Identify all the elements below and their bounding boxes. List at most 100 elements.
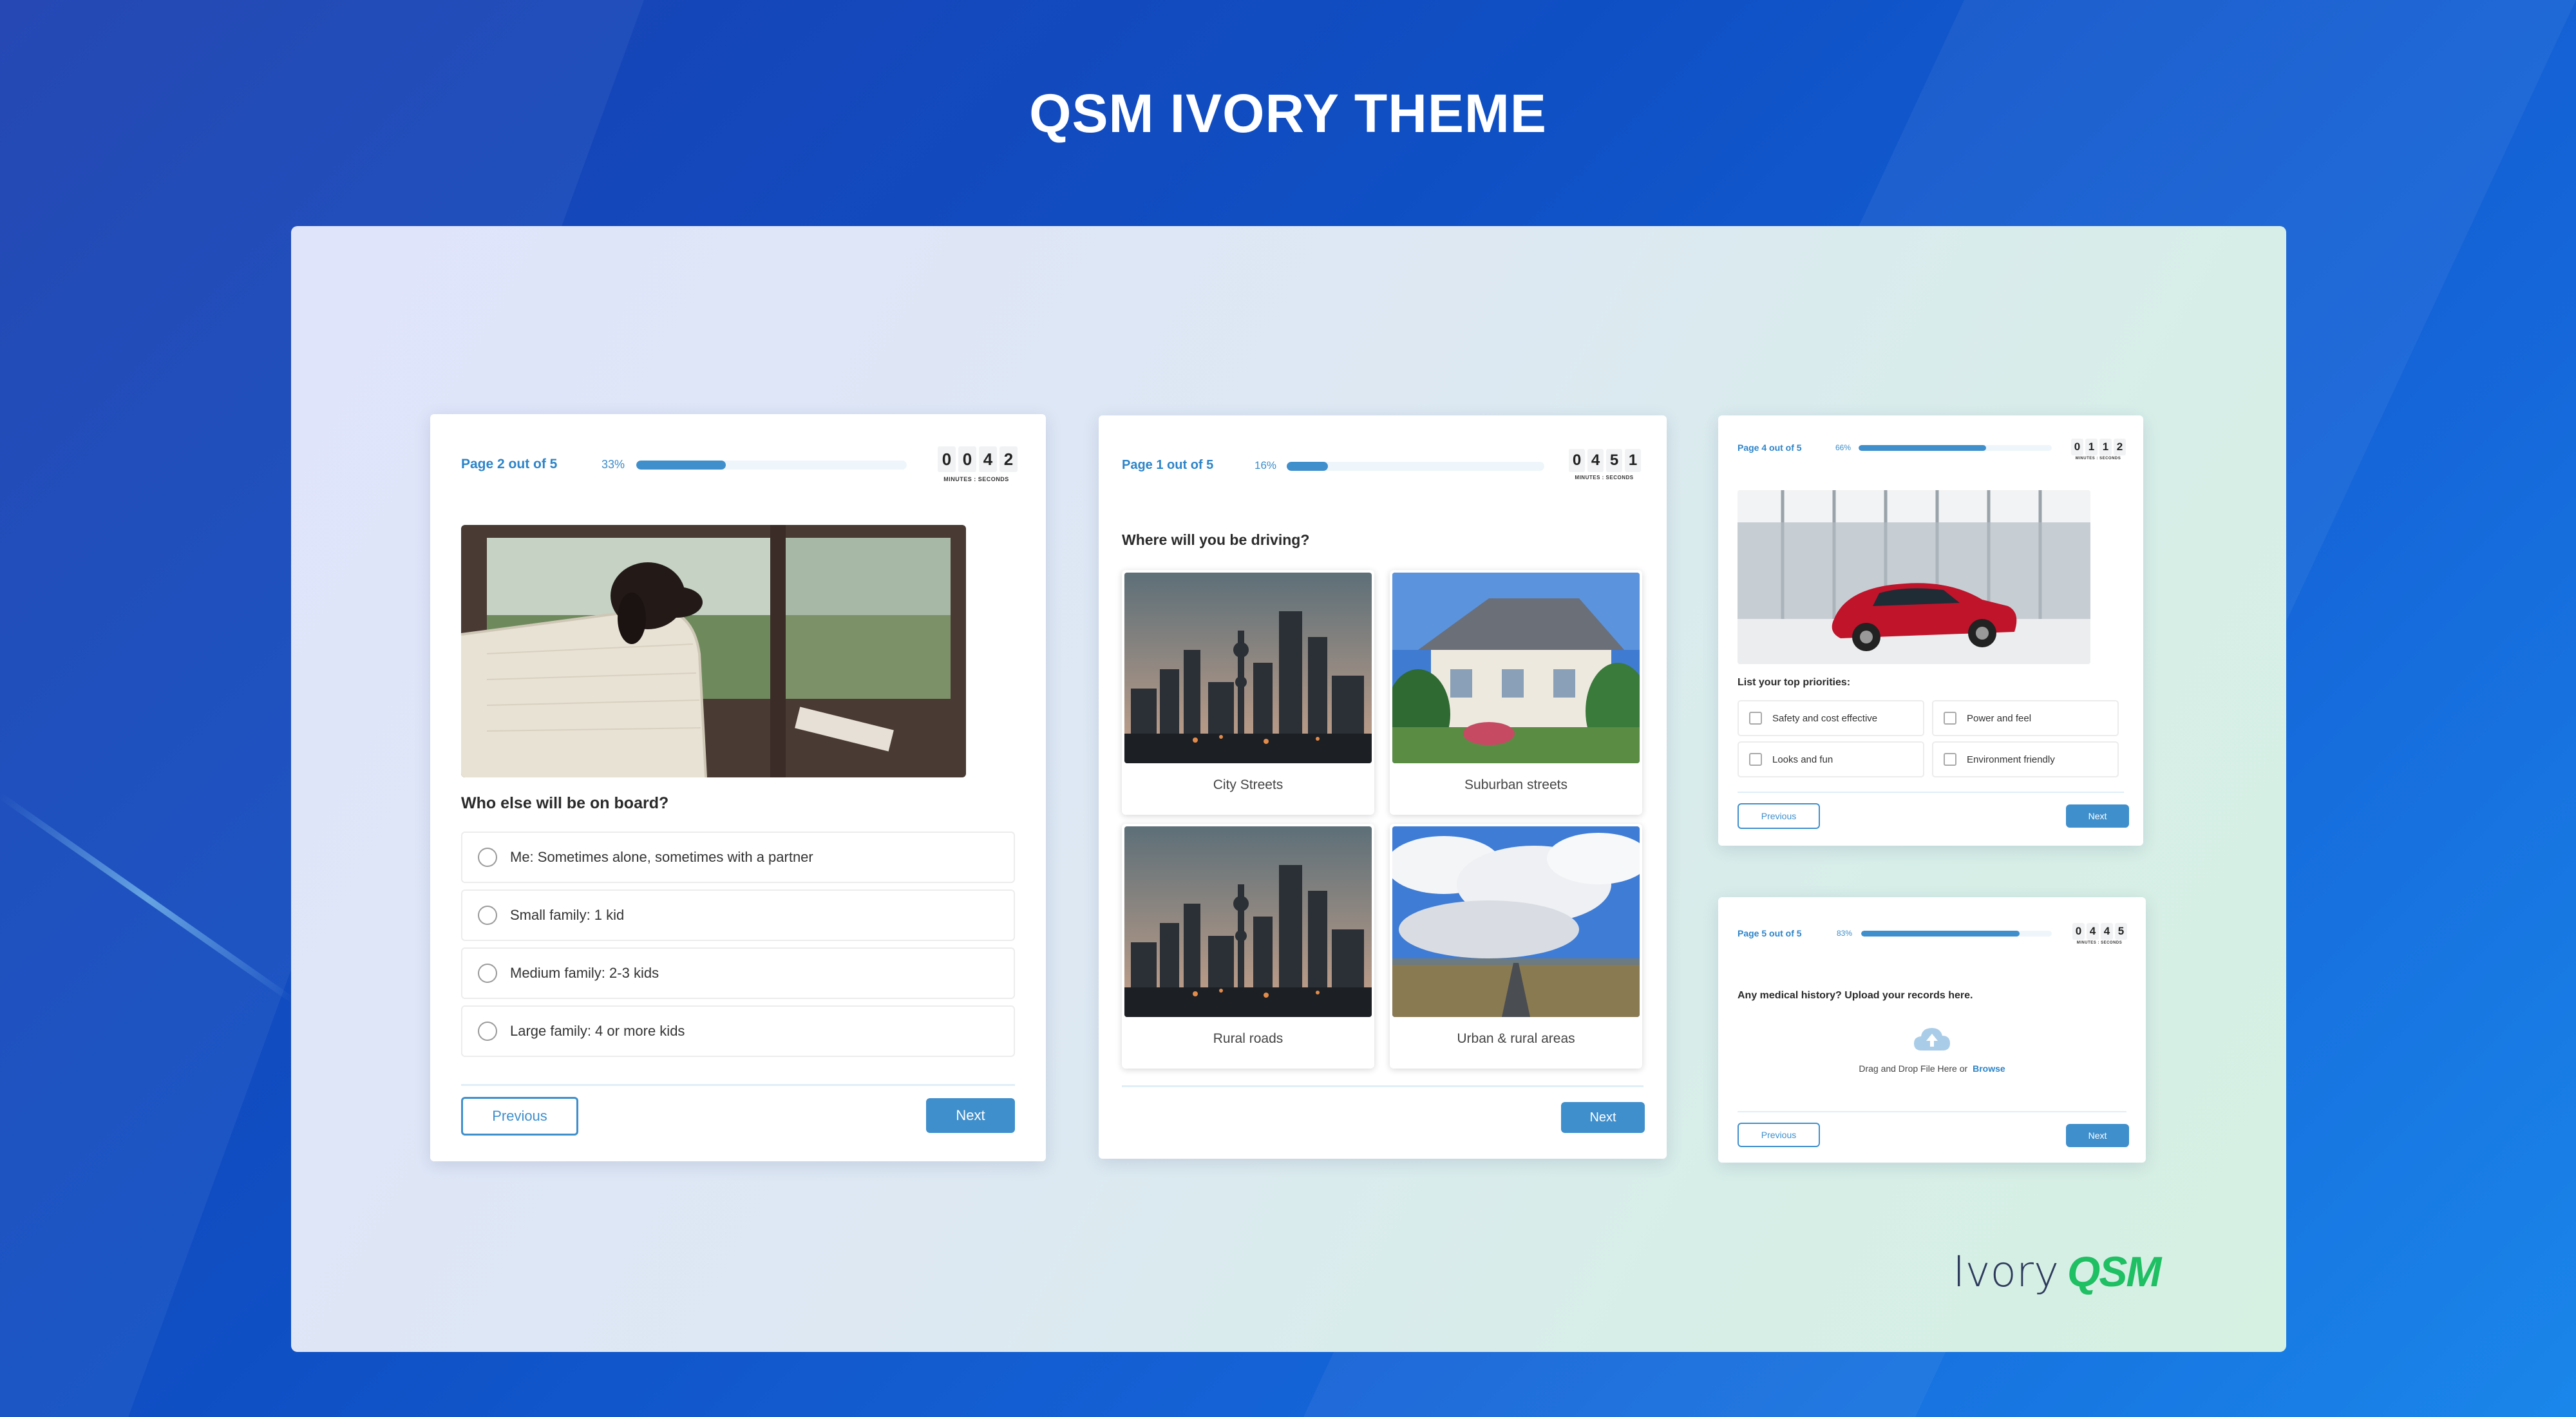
timer-digit: 5 xyxy=(1606,449,1622,472)
radio-button[interactable] xyxy=(478,1022,497,1041)
upload-instructions: Drag and Drop File Here or Browse xyxy=(1738,1063,2126,1074)
progress-bar xyxy=(1859,445,2052,451)
answer-option[interactable]: Medium family: 2-3 kids xyxy=(461,947,1015,999)
image-answer-tile[interactable]: Urban & rural areas xyxy=(1390,824,1642,1069)
radio-button[interactable] xyxy=(478,964,497,983)
timer-digit: 2 xyxy=(2114,439,2126,455)
checkbox-option[interactable]: Safety and cost effective xyxy=(1738,700,1924,736)
timer-digit: 0 xyxy=(2072,923,2085,940)
progress-fill xyxy=(636,461,726,470)
option-label: Large family: 4 or more kids xyxy=(510,1023,685,1039)
answer-option[interactable]: Me: Sometimes alone, sometimes with a pa… xyxy=(461,832,1015,883)
question-text: List your top priorities: xyxy=(1738,677,1851,688)
timer-digit: 2 xyxy=(999,446,1018,472)
option-label: Safety and cost effective xyxy=(1772,712,1878,724)
image-answer-tile[interactable]: City Streets xyxy=(1122,570,1374,815)
progress-percent: 66% xyxy=(1835,443,1852,452)
timer-digit: 1 xyxy=(2099,439,2112,455)
radio-button[interactable] xyxy=(478,848,497,867)
progress-percent: 83% xyxy=(1837,929,1853,938)
quiz-card-page-1: Page 1 out of 5 16% 0 4 5 1 MINUTES : SE… xyxy=(1099,415,1667,1159)
page-indicator: Page 5 out of 5 xyxy=(1738,928,1802,938)
quiz-card-page-4: Page 4 out of 5 66% 0 1 1 2 MINUTES : SE… xyxy=(1718,415,2143,846)
next-button[interactable]: Next xyxy=(2066,804,2129,828)
image-answer-tile[interactable]: Rural roads xyxy=(1122,824,1374,1069)
tile-label: Suburban streets xyxy=(1464,777,1567,792)
answer-option[interactable]: Small family: 1 kid xyxy=(461,889,1015,941)
page-indicator: Page 2 out of 5 xyxy=(461,457,558,471)
timer-caption: MINUTES : SECONDS xyxy=(2075,457,2121,461)
progress-bar xyxy=(636,461,907,470)
quiz-card-page-2: Page 2 out of 5 33% 0 0 4 2 MINUTES : SE… xyxy=(430,414,1046,1161)
timer-digit: 0 xyxy=(2071,439,2083,455)
timer-digit: 0 xyxy=(938,446,956,472)
progress-percent: 16% xyxy=(1255,459,1277,471)
question-text: Who else will be on board? xyxy=(461,794,669,812)
open-road-sky-photo xyxy=(1392,826,1640,1017)
progress-divider xyxy=(1122,1085,1643,1087)
timer-digit: 0 xyxy=(958,446,976,472)
checkbox[interactable] xyxy=(1944,753,1956,766)
timer-digit: 1 xyxy=(1625,449,1641,472)
option-label: Environment friendly xyxy=(1967,754,2055,765)
progress-bar xyxy=(1861,931,2052,937)
previous-button[interactable]: Previous xyxy=(1738,803,1820,829)
question-text: Any medical history? Upload your records… xyxy=(1738,990,1973,1001)
tile-label: City Streets xyxy=(1213,777,1283,792)
next-button[interactable]: Next xyxy=(1561,1102,1645,1133)
progress-divider xyxy=(1738,792,2124,793)
image-answer-tile[interactable]: Suburban streets xyxy=(1390,570,1642,815)
next-button[interactable]: Next xyxy=(926,1098,1015,1133)
timer-digit: 4 xyxy=(979,446,997,472)
background-light-streak xyxy=(0,792,298,1005)
ivory-wordmark: Ivory xyxy=(1953,1247,2060,1297)
tile-label: Urban & rural areas xyxy=(1457,1031,1575,1046)
answer-option[interactable]: Large family: 4 or more kids xyxy=(461,1005,1015,1057)
red-car-photo xyxy=(1738,490,2090,664)
radio-button[interactable] xyxy=(478,906,497,925)
progress-bar xyxy=(1287,462,1544,471)
timer-digit: 4 xyxy=(1587,449,1604,472)
progress-fill xyxy=(1287,462,1328,471)
countdown-timer: 0 4 5 1 xyxy=(1569,449,1641,472)
checkbox-option[interactable]: Looks and fun xyxy=(1738,741,1924,777)
qsm-logo: QSM xyxy=(2067,1248,2161,1295)
progress-divider xyxy=(461,1084,1015,1086)
previous-button[interactable]: Previous xyxy=(1738,1123,1820,1147)
page-title: QSM IVORY THEME xyxy=(1029,83,1547,144)
checkbox[interactable] xyxy=(1749,753,1762,766)
option-label: Small family: 1 kid xyxy=(510,907,625,923)
previous-button[interactable]: Previous xyxy=(461,1097,578,1136)
progress-divider xyxy=(1738,1111,2126,1112)
checkbox-option[interactable]: Power and feel xyxy=(1932,700,2119,736)
countdown-timer: 0 0 4 2 xyxy=(938,446,1018,472)
timer-digit: 5 xyxy=(2115,923,2127,940)
timer-digit: 4 xyxy=(2087,923,2099,940)
quiz-card-page-5: Page 5 out of 5 83% 0 4 4 5 MINUTES : SE… xyxy=(1718,897,2146,1163)
progress-percent: 33% xyxy=(601,458,625,471)
option-label: Medium family: 2-3 kids xyxy=(510,965,659,981)
dog-in-car-photo xyxy=(461,525,966,777)
browse-link[interactable]: Browse xyxy=(1973,1063,2005,1074)
checkbox[interactable] xyxy=(1944,712,1956,725)
timer-digit: 1 xyxy=(2085,439,2098,455)
option-label: Me: Sometimes alone, sometimes with a pa… xyxy=(510,849,813,865)
progress-fill xyxy=(1859,445,1986,451)
suburban-house-photo xyxy=(1392,573,1640,763)
progress-fill xyxy=(1861,931,2020,937)
next-button[interactable]: Next xyxy=(2066,1124,2129,1147)
upload-text: Drag and Drop File Here or xyxy=(1859,1063,1968,1074)
timer-caption: MINUTES : SECONDS xyxy=(943,476,1009,482)
checkbox-option[interactable]: Environment friendly xyxy=(1932,741,2119,777)
timer-caption: MINUTES : SECONDS xyxy=(1575,475,1634,480)
page-indicator: Page 1 out of 5 xyxy=(1122,458,1214,472)
countdown-timer: 0 4 4 5 xyxy=(2072,923,2127,940)
timer-caption: MINUTES : SECONDS xyxy=(2076,941,2123,945)
option-label: Power and feel xyxy=(1967,712,2032,724)
file-upload-dropzone[interactable]: Drag and Drop File Here or Browse xyxy=(1738,1020,2126,1090)
city-skyline-photo xyxy=(1124,573,1372,763)
countdown-timer: 0 1 1 2 xyxy=(2071,439,2126,455)
checkbox[interactable] xyxy=(1749,712,1762,725)
cloud-upload-icon xyxy=(1913,1025,1951,1053)
question-text: Where will you be driving? xyxy=(1122,531,1310,548)
